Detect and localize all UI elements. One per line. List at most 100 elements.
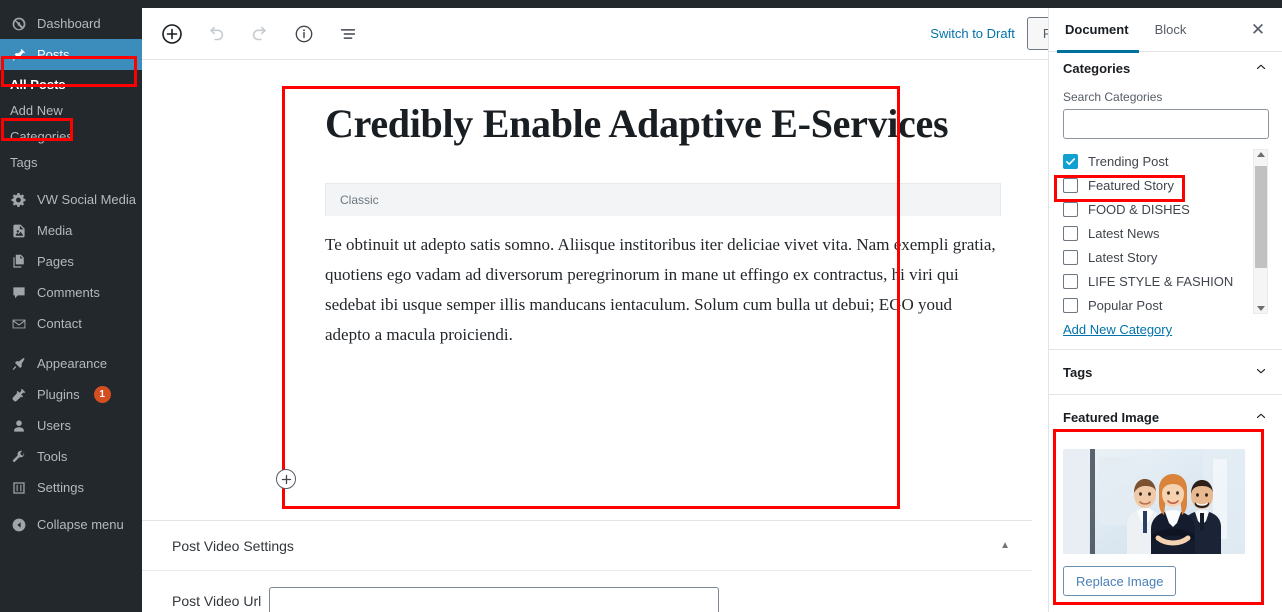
category-row-popular-post[interactable]: Popular Post <box>1063 293 1268 314</box>
category-row-latest-story[interactable]: Latest Story <box>1063 245 1268 269</box>
category-label: Trending Post <box>1088 153 1169 169</box>
search-categories-label: Search Categories <box>1063 90 1163 104</box>
checkbox-icon[interactable] <box>1063 273 1078 289</box>
panel-divider <box>1049 394 1282 395</box>
sidebar-item-label: Media <box>37 223 73 238</box>
media-icon <box>10 222 28 240</box>
sidebar-item-posts[interactable]: Posts <box>0 39 142 70</box>
sidebar-item-collapse-menu[interactable]: Collapse menu <box>0 509 142 540</box>
sidebar-item-comments[interactable]: Comments <box>0 277 142 308</box>
tags-panel-header[interactable]: Tags <box>1049 356 1282 388</box>
posts-submenu: All Posts Add New Categories Tags <box>0 70 142 184</box>
add-new-category-link[interactable]: Add New Category <box>1063 322 1172 337</box>
categories-list: Trending Post Featured Story FOOD & DISH… <box>1063 149 1268 314</box>
checkbox-checked-icon[interactable] <box>1063 153 1078 169</box>
checkbox-icon[interactable] <box>1063 297 1078 313</box>
category-label: Latest Story <box>1088 249 1158 265</box>
sidebar-item-users[interactable]: Users <box>0 410 142 441</box>
replace-image-button[interactable]: Replace Image <box>1063 566 1177 596</box>
scrollbar-thumb[interactable] <box>1255 166 1267 268</box>
post-content-area: Credibly Enable Adaptive E-Services Clas… <box>283 60 1043 350</box>
collapse-icon <box>10 516 28 534</box>
sliders-icon <box>10 479 28 497</box>
metabox-header[interactable]: Post Video Settings ▲ <box>142 521 1032 571</box>
plug-icon <box>10 386 28 404</box>
chevron-up-icon[interactable] <box>1254 409 1268 426</box>
list-view-icon[interactable] <box>330 16 366 52</box>
tab-document[interactable]: Document <box>1057 8 1139 53</box>
close-icon[interactable]: ✕ <box>1246 18 1270 42</box>
sidebar-item-media[interactable]: Media <box>0 215 142 246</box>
category-row-trending-post[interactable]: Trending Post <box>1063 149 1268 173</box>
checkbox-icon[interactable] <box>1063 249 1078 265</box>
wordpress-post-editor-screen: Dashboard Posts All Posts Add New Catego… <box>0 0 1282 612</box>
chevron-up-icon[interactable] <box>1254 60 1268 77</box>
sidebar-item-vw-social-media[interactable]: VW Social Media <box>0 184 142 215</box>
comment-icon <box>10 284 28 302</box>
categories-panel-body: Search Categories Trending Post Featured… <box>1049 84 1282 349</box>
sidebar-item-label: Collapse menu <box>37 517 124 532</box>
category-row-life-style-and-fashion[interactable]: LIFE STYLE & FASHION <box>1063 269 1268 293</box>
categories-panel: Categories Search Categories Trending Po… <box>1049 52 1282 349</box>
chevron-down-icon[interactable] <box>1254 364 1268 381</box>
gear-icon <box>10 191 28 209</box>
switch-to-draft-link[interactable]: Switch to Draft <box>930 26 1015 41</box>
post-video-settings-metabox: Post Video Settings ▲ Post Video Url <box>142 520 1032 612</box>
submenu-item-tags[interactable]: Tags <box>0 150 142 176</box>
category-label: LIFE STYLE & FASHION <box>1088 273 1234 289</box>
sidebar-item-dashboard[interactable]: Dashboard <box>0 8 142 39</box>
search-categories-input[interactable] <box>1063 109 1269 139</box>
category-label: Latest News <box>1088 225 1160 241</box>
inline-add-block-button[interactable] <box>276 469 296 489</box>
sidebar-item-label: Plugins <box>37 387 80 402</box>
sidebar-item-plugins[interactable]: Plugins 1 <box>0 379 142 410</box>
sidebar-item-appearance[interactable]: Appearance <box>0 348 142 379</box>
submenu-item-all-posts[interactable]: All Posts <box>0 72 142 98</box>
categories-scrollbar[interactable] <box>1253 149 1268 314</box>
category-row-food-and-dishes[interactable]: FOOD & DISHES <box>1063 197 1268 221</box>
category-label: FOOD & DISHES <box>1088 201 1190 217</box>
add-block-icon[interactable] <box>154 16 190 52</box>
tab-block[interactable]: Block <box>1155 8 1187 52</box>
sidebar-item-label: Settings <box>37 480 84 495</box>
sidebar-item-label: Posts <box>37 47 70 62</box>
scroll-up-arrow-icon[interactable] <box>1254 152 1268 157</box>
post-body-paragraph[interactable]: Te obtinuit ut adepto satis somno. Aliis… <box>325 216 1001 350</box>
editor-toolbar <box>142 16 366 52</box>
featured-image-panel-title: Featured Image <box>1063 409 1160 425</box>
settings-sidebar: Document Block ✕ Categories Search Categ… <box>1048 8 1282 612</box>
featured-image-body: Replace Image <box>1049 433 1282 606</box>
checkbox-icon[interactable] <box>1063 201 1078 217</box>
category-row-featured-story[interactable]: Featured Story <box>1063 173 1268 197</box>
categories-panel-title: Categories <box>1063 60 1131 76</box>
post-title[interactable]: Credibly Enable Adaptive E-Services <box>283 60 1043 148</box>
redo-icon[interactable] <box>242 16 278 52</box>
sidebar-item-label: Users <box>37 418 71 433</box>
sidebar-item-label: Comments <box>37 285 100 300</box>
sidebar-item-label: Tools <box>37 449 68 464</box>
checkbox-icon[interactable] <box>1063 177 1078 193</box>
chevron-up-icon[interactable]: ▲ <box>1000 540 1010 551</box>
undo-icon[interactable] <box>198 16 234 52</box>
category-row-latest-news[interactable]: Latest News <box>1063 221 1268 245</box>
sidebar-item-label: Appearance <box>37 356 108 371</box>
info-icon[interactable] <box>286 16 322 52</box>
sidebar-item-label: Pages <box>37 254 74 269</box>
checkbox-icon[interactable] <box>1063 225 1078 241</box>
sidebar-item-settings[interactable]: Settings <box>0 472 142 503</box>
category-label: Popular Post <box>1088 297 1163 313</box>
metabox-title: Post Video Settings <box>172 537 294 554</box>
sidebar-item-pages[interactable]: Pages <box>0 246 142 277</box>
category-label: Featured Story <box>1088 177 1174 193</box>
post-video-url-input[interactable] <box>269 587 720 612</box>
sidebar-item-contact[interactable]: Contact <box>0 308 142 339</box>
scroll-down-arrow-icon[interactable] <box>1254 306 1268 311</box>
submenu-item-categories[interactable]: Categories <box>0 124 142 150</box>
categories-panel-header[interactable]: Categories <box>1049 52 1282 84</box>
featured-image-panel-header[interactable]: Featured Image <box>1049 401 1282 433</box>
sidebar-item-tools[interactable]: Tools <box>0 441 142 472</box>
sidebar-item-label: VW Social Media <box>37 192 136 207</box>
featured-image-thumbnail[interactable] <box>1063 449 1245 554</box>
post-video-url-row: Post Video Url <box>142 571 1032 612</box>
submenu-item-add-new[interactable]: Add New <box>0 98 142 124</box>
